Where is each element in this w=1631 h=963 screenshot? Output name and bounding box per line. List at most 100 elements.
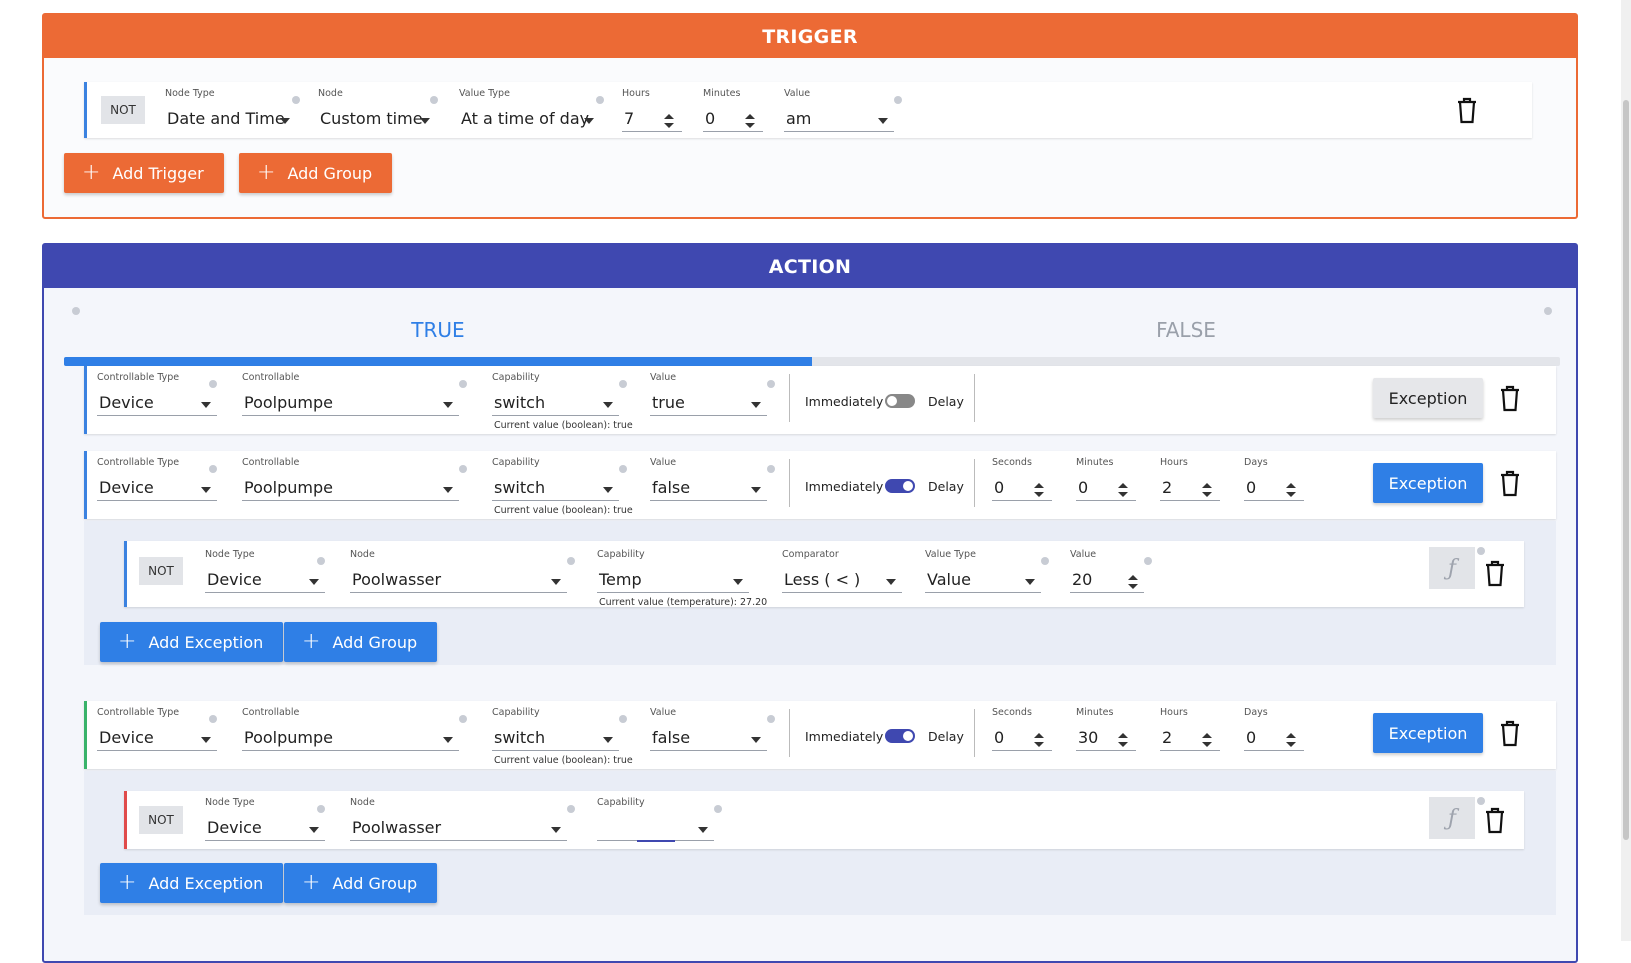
capability-select[interactable]: Capability [597,797,722,842]
caret-down-icon [603,402,613,408]
spinner-icon[interactable] [1034,483,1044,497]
controllable-select[interactable]: Controllable Poolpumpe [242,707,467,751]
info-icon [767,380,775,388]
action-row: Controllable Type Device Controllable Po… [84,366,1556,434]
delay-toggle[interactable] [885,729,915,743]
delay-toggle[interactable] [885,394,915,408]
trash-icon[interactable] [1498,719,1522,747]
info-icon [1477,797,1485,805]
info-icon [767,715,775,723]
spinner-icon[interactable] [1286,733,1296,747]
exception-button[interactable]: Exception [1373,463,1483,503]
minutes-input[interactable]: Minutes 30 [1076,707,1136,751]
function-button[interactable]: ƒ [1429,797,1475,839]
capability-select[interactable]: Capability switch Current value (boolean… [492,707,633,767]
node-type-select[interactable]: Node Type Device [205,797,325,841]
spinner-icon[interactable] [1202,733,1212,747]
trash-icon[interactable] [1483,806,1507,834]
not-toggle[interactable]: NOT [101,96,145,124]
value-select[interactable]: Value false [650,707,775,751]
value-type-select[interactable]: Value Type Value [925,549,1049,593]
add-group-button[interactable]: + Add Group [239,153,393,193]
caret-down-icon [1025,579,1035,585]
not-toggle[interactable]: NOT [139,557,183,585]
caret-down-icon [201,402,211,408]
value-type-select[interactable]: Value Type At a time of day [459,88,604,132]
add-exception-button[interactable]: + Add Exception [100,622,284,662]
hours-input[interactable]: Hours 2 [1160,707,1220,751]
info-icon [1144,557,1152,565]
info-icon [596,96,604,104]
plus-icon: + [302,629,321,654]
trash-icon[interactable] [1455,96,1479,124]
days-input[interactable]: Days 0 [1244,707,1304,751]
node-type-select[interactable]: Node Type Device [205,549,325,593]
value-select[interactable]: Value false [650,457,775,501]
spinner-icon[interactable] [1128,575,1138,589]
capability-select[interactable]: Capability Temp Current value (temperatu… [597,549,767,608]
exception-button[interactable]: Exception [1373,713,1483,753]
capability-select[interactable]: Capability switch Current value (boolean… [492,372,633,432]
node-type-select[interactable]: Node Type Date and Time [165,88,300,132]
spinner-icon[interactable] [1034,733,1044,747]
trash-icon[interactable] [1483,559,1507,587]
tab-true[interactable]: TRUE [64,305,812,355]
caret-down-icon [201,737,211,743]
exception-row: NOT Node Type Device Node Poolwasser Cap… [124,541,1524,608]
node-select[interactable]: Node Poolwasser [350,549,575,593]
not-toggle[interactable]: NOT [139,806,183,834]
capability-select[interactable]: Capability switch Current value (boolean… [492,457,633,517]
delay-toggle[interactable] [885,479,915,493]
spinner-icon[interactable] [664,114,674,128]
seconds-input[interactable]: Seconds 0 [992,457,1052,501]
minutes-input[interactable]: Minutes 0 [703,88,763,132]
hours-input[interactable]: Hours 2 [1160,457,1220,501]
spinner-icon[interactable] [1286,483,1296,497]
days-input[interactable]: Days 0 [1244,457,1304,501]
tab-indicator [64,357,1560,366]
function-button[interactable]: ƒ [1429,547,1475,589]
add-group-button[interactable]: + Add Group [284,863,438,903]
comparator-select[interactable]: Comparator Less ( < ) [782,549,902,593]
exception-button[interactable]: Exception [1373,378,1483,418]
controllable-type-select[interactable]: Controllable Type Device [97,372,217,416]
add-exception-button[interactable]: + Add Exception [100,863,284,903]
caret-down-icon [551,827,561,833]
spinner-icon[interactable] [1118,733,1128,747]
controllable-type-select[interactable]: Controllable Type Device [97,707,217,751]
exception-group: NOT Node Type Device Node Poolwasser Cap… [84,771,1556,915]
caret-down-icon [280,118,290,124]
caret-down-icon [584,118,594,124]
minutes-input[interactable]: Minutes 0 [1076,457,1136,501]
spinner-icon[interactable] [745,114,755,128]
info-icon [209,465,217,473]
trash-icon[interactable] [1498,469,1522,497]
scrollbar[interactable] [1621,0,1631,941]
controllable-type-select[interactable]: Controllable Type Device [97,457,217,501]
hours-input[interactable]: Hours 7 [622,88,682,132]
info-icon [567,557,575,565]
add-group-button[interactable]: + Add Group [284,622,438,662]
tab-false[interactable]: FALSE [812,305,1560,355]
scrollbar-thumb[interactable] [1623,100,1629,840]
spinner-icon[interactable] [1118,483,1128,497]
caret-down-icon [420,118,430,124]
seconds-input[interactable]: Seconds 0 [992,707,1052,751]
info-icon [1477,547,1485,555]
plus-icon: + [257,160,276,185]
controllable-select[interactable]: Controllable Poolpumpe [242,457,467,501]
node-select[interactable]: Node Custom time [318,88,438,132]
caret-down-icon [751,402,761,408]
value-input[interactable]: Value 20 [1070,549,1152,593]
value-select[interactable]: Value true [650,372,775,416]
node-select[interactable]: Node Poolwasser [350,797,575,841]
value-select[interactable]: Value am [784,88,902,132]
spinner-icon[interactable] [1202,483,1212,497]
info-icon [1041,557,1049,565]
trash-icon[interactable] [1498,384,1522,412]
add-trigger-button[interactable]: + Add Trigger [64,153,224,193]
controllable-select[interactable]: Controllable Poolpumpe [242,372,467,416]
info-icon [459,380,467,388]
exception-group: NOT Node Type Device Node Poolwasser Cap… [84,521,1556,665]
caret-down-icon [886,579,896,585]
